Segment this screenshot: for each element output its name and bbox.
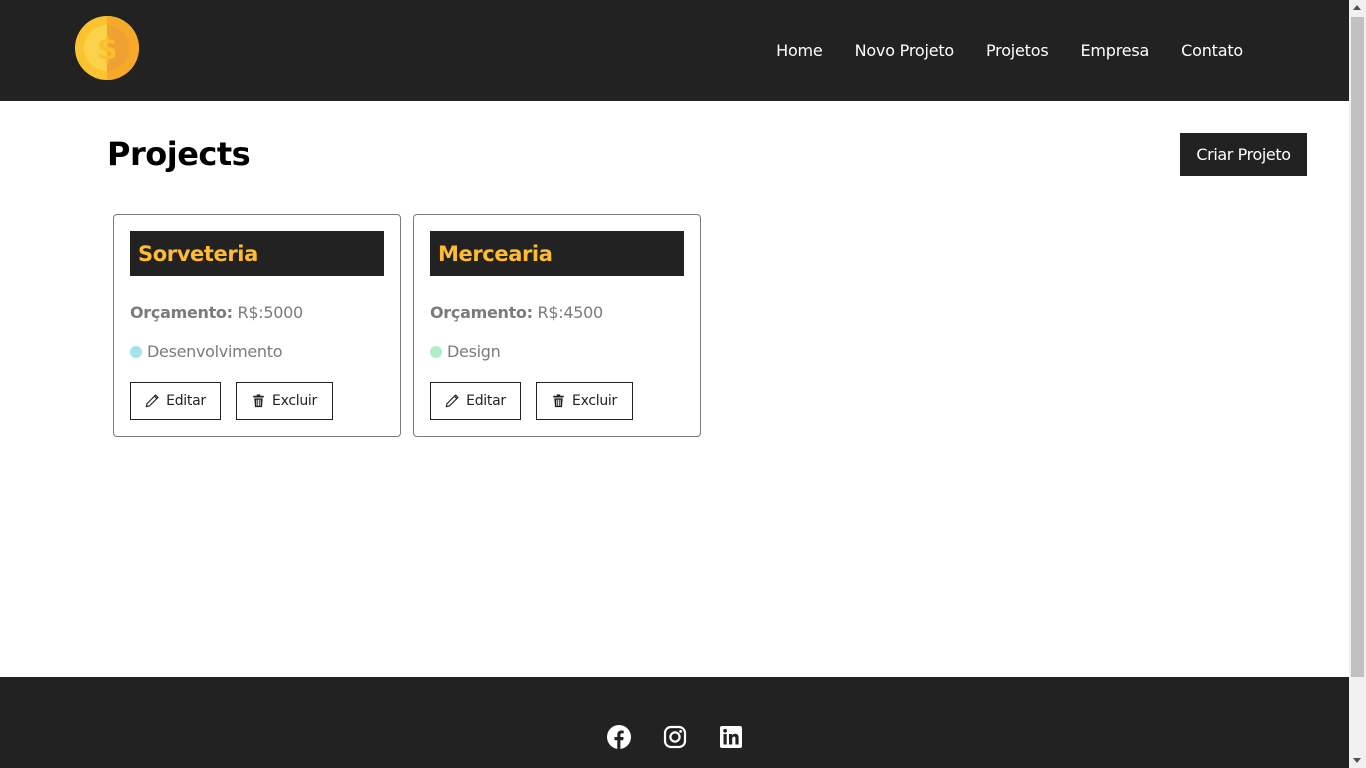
project-card: Sorveteria Orçamento: R$:5000 Desenvolvi…: [113, 214, 401, 437]
category-dot: [130, 345, 142, 358]
linkedin-icon: [719, 726, 742, 748]
budget-label: Orçamento:: [430, 303, 533, 322]
page-title: Projects: [107, 135, 251, 173]
project-category: Desenvolvimento: [130, 342, 283, 361]
scroll-thumb[interactable]: [1351, 17, 1364, 677]
facebook-link[interactable]: [606, 725, 631, 749]
delete-button[interactable]: Excluir: [236, 382, 333, 420]
budget-value: R$:4500: [537, 303, 604, 322]
edit-button[interactable]: Editar: [430, 382, 521, 420]
trash-icon: [253, 394, 264, 408]
create-project-button[interactable]: Criar Projeto: [1180, 133, 1307, 176]
project-budget: Orçamento: R$:4500: [430, 303, 603, 322]
project-budget: Orçamento: R$:5000: [130, 303, 303, 322]
project-card-header: Sorveteria: [130, 231, 384, 276]
budget-value: R$:5000: [237, 303, 304, 322]
project-name: Sorveteria: [138, 241, 258, 266]
svg-text:$: $: [97, 32, 118, 67]
nav-menu: Home Novo Projeto Projetos Empresa Conta…: [744, 0, 1243, 101]
footer: [0, 677, 1349, 768]
project-name: Mercearia: [438, 241, 553, 266]
instagram-link[interactable]: [663, 725, 687, 749]
nav-link-home[interactable]: Home: [776, 41, 823, 60]
vertical-scrollbar[interactable]: [1349, 0, 1366, 768]
instagram-icon: [663, 725, 686, 749]
delete-label: Excluir: [272, 393, 317, 409]
pencil-icon: [445, 394, 459, 408]
nav-link-projetos[interactable]: Projetos: [986, 41, 1049, 60]
nav-link-empresa[interactable]: Empresa: [1080, 41, 1149, 60]
project-category: Design: [430, 342, 501, 361]
category-dot: [430, 345, 442, 358]
navbar: $ Home Novo Projeto Projetos Empresa Con…: [0, 0, 1349, 101]
trash-icon: [553, 394, 564, 408]
nav-link-novo-projeto[interactable]: Novo Projeto: [855, 41, 955, 60]
edit-label: Editar: [166, 393, 206, 409]
linkedin-link[interactable]: [719, 725, 743, 749]
pencil-icon: [145, 394, 159, 408]
category-label: Desenvolvimento: [147, 342, 283, 361]
project-card-header: Mercearia: [430, 231, 684, 276]
category-label: Design: [447, 342, 501, 361]
delete-button[interactable]: Excluir: [536, 382, 633, 420]
nav-link-contato[interactable]: Contato: [1181, 41, 1243, 60]
edit-label: Editar: [466, 393, 506, 409]
scroll-down-arrow[interactable]: [1353, 758, 1361, 763]
facebook-icon: [606, 725, 631, 749]
budget-label: Orçamento:: [130, 303, 233, 322]
scroll-up-arrow[interactable]: [1353, 5, 1361, 10]
logo-link[interactable]: $: [75, 16, 139, 80]
project-card: Mercearia Orçamento: R$:4500 Design Edit…: [413, 214, 701, 437]
delete-label: Excluir: [572, 393, 617, 409]
dollar-coin-icon: $: [75, 16, 139, 80]
edit-button[interactable]: Editar: [130, 382, 221, 420]
social-links: [0, 725, 1349, 749]
